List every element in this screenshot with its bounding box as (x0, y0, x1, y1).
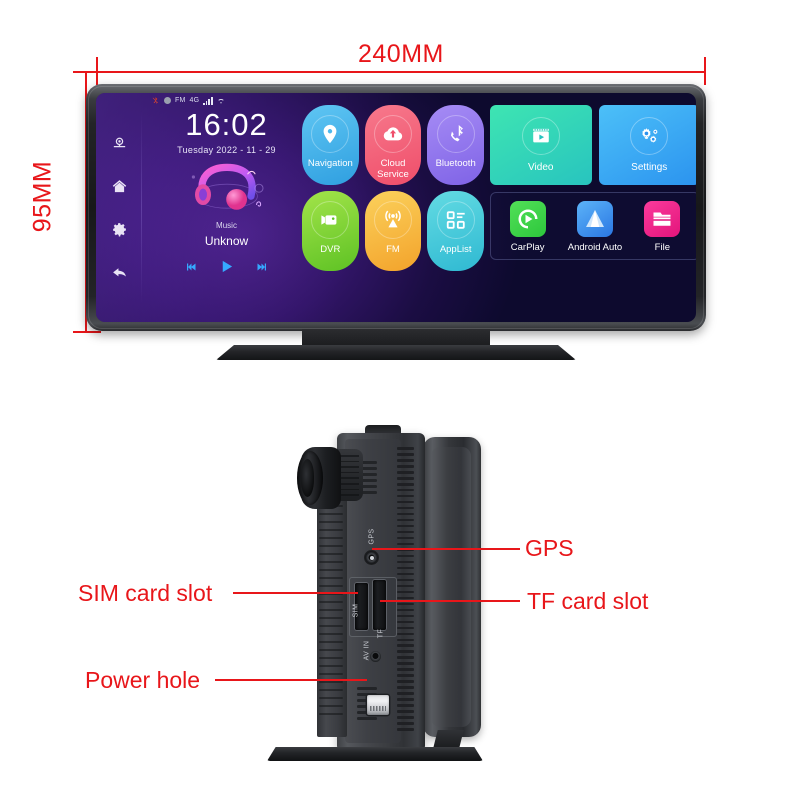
dimension-tick-right (704, 57, 706, 85)
app-icon-ring (373, 115, 412, 153)
app-navigation[interactable]: Navigation (302, 105, 359, 185)
app-fm[interactable]: FM (364, 191, 422, 271)
tile-label: CarPlay (510, 242, 545, 253)
video-camera-icon (319, 209, 341, 231)
tf-slot-label: TF (377, 628, 385, 639)
app-applist[interactable]: AppList (427, 191, 484, 271)
camera-icon[interactable] (111, 135, 128, 152)
tile-settings[interactable]: Settings (598, 105, 696, 185)
folder-icon (644, 201, 681, 237)
tile-label: Video (528, 162, 554, 173)
music-widget[interactable]: Music Unknow (154, 161, 299, 274)
tile-label: Android Auto (567, 242, 623, 253)
tile-video[interactable]: Video (490, 105, 592, 185)
headphones-illustration (179, 161, 275, 217)
status-bar: FM 4G (151, 96, 225, 105)
app-label: Cloud Service (377, 158, 409, 181)
back-arrow-icon[interactable] (111, 264, 128, 281)
grid-apps-icon (445, 209, 467, 231)
app-icon-ring (373, 201, 412, 239)
front-stand-base (216, 345, 576, 360)
callout-line-power (215, 679, 367, 681)
tile-label: Settings (631, 162, 668, 173)
app-bluetooth[interactable]: Bluetooth (427, 105, 484, 185)
app-label: DVR (320, 244, 341, 255)
device-screen[interactable]: FM 4G 16:02 Tuesday 2022 - 11 - 29 Music… (96, 93, 696, 322)
tile-icon-ring (630, 117, 669, 155)
bluetooth-off-icon (151, 96, 160, 105)
screen-sidebar (96, 93, 142, 322)
dimension-tick-top (73, 71, 101, 73)
network-label: 4G (189, 97, 200, 104)
home-icon[interactable] (111, 178, 128, 195)
large-tiles-row: Video Settings (490, 105, 696, 185)
app-label: AppList (439, 244, 472, 255)
record-dot-icon (164, 97, 171, 104)
previous-track-icon[interactable] (185, 261, 197, 273)
callout-line-gps (372, 548, 520, 550)
signal-bars-icon (203, 96, 213, 105)
callout-power-hole: Power hole (85, 667, 201, 693)
av-in-jack[interactable] (370, 651, 381, 662)
tile-carplay[interactable]: CarPlay (495, 201, 560, 253)
app-label: Navigation (307, 158, 353, 169)
clock-date: Tuesday 2022 - 11 - 29 (177, 145, 276, 155)
fm-label: FM (175, 97, 186, 104)
dimension-tick-bottom (73, 331, 101, 333)
tile-icon-ring (521, 117, 560, 155)
av-in-label: AV IN (363, 640, 371, 661)
callout-line-tf (380, 600, 520, 602)
app-label: Bluetooth (435, 158, 476, 169)
music-track-title: Unknow (204, 234, 249, 248)
next-track-icon[interactable] (256, 261, 268, 273)
tile-label: File (654, 242, 670, 253)
callout-gps: GPS (525, 535, 574, 561)
side-vent-strip (397, 447, 423, 735)
sim-slot-label: SIM (352, 603, 360, 618)
wifi-icon (217, 97, 225, 105)
settings-gear-icon[interactable] (111, 221, 128, 238)
app-icon-ring (311, 115, 350, 153)
small-tiles-row: CarPlay Android Auto File (490, 192, 696, 260)
side-stand-base (267, 747, 483, 761)
app-grid: Navigation Cloud Service Bluetooth DVR F… (302, 105, 484, 271)
clock-widget: 16:02 Tuesday 2022 - 11 - 29 (154, 109, 299, 155)
music-controls (154, 259, 299, 274)
tile-file[interactable]: File (630, 201, 695, 253)
carplay-icon (509, 201, 546, 237)
callout-tf-card-slot: TF card slot (527, 588, 649, 614)
side-rear-slab-inner (431, 447, 471, 727)
bluetooth-phone-icon (445, 123, 467, 145)
cloud-upload-icon (382, 123, 404, 145)
dimension-label-height: 95MM (28, 160, 57, 233)
right-tiles-panel: Video Settings CarPlay Android Auto File (490, 105, 696, 260)
radio-tower-icon (382, 209, 404, 231)
callout-sim-card-slot: SIM card slot (78, 580, 213, 606)
music-source-label: Music (216, 221, 237, 230)
device-front-view: FM 4G 16:02 Tuesday 2022 - 11 - 29 Music… (86, 84, 706, 331)
device-side-view: GPS SIM TF AV IN (245, 425, 505, 790)
gears-icon (638, 125, 660, 147)
tile-android-auto[interactable]: Android Auto (562, 201, 627, 253)
app-icon-ring (436, 201, 475, 239)
clock-time: 16:02 (185, 107, 268, 142)
dimension-line-width (96, 71, 706, 73)
gps-port-label: GPS (368, 528, 376, 545)
dimension-label-width: 240MM (358, 40, 444, 68)
power-usb-port[interactable] (367, 695, 389, 715)
app-label: FM (386, 244, 400, 255)
app-icon-ring (436, 115, 475, 153)
play-icon[interactable] (219, 259, 234, 274)
product-diagram-page: 240MM 95MM FM 4G 16:02 Tuesday 2022 - 11… (0, 0, 800, 800)
callout-line-sim (233, 592, 358, 594)
app-dvr[interactable]: DVR (302, 191, 359, 271)
gps-port[interactable] (364, 550, 379, 565)
app-icon-ring (311, 201, 350, 239)
video-play-icon (530, 125, 552, 147)
camera-lens-glass (301, 459, 314, 497)
android-auto-icon (576, 201, 613, 237)
map-pin-icon (319, 123, 341, 145)
side-arm-ribs (319, 497, 343, 729)
app-cloud-service[interactable]: Cloud Service (364, 105, 422, 185)
